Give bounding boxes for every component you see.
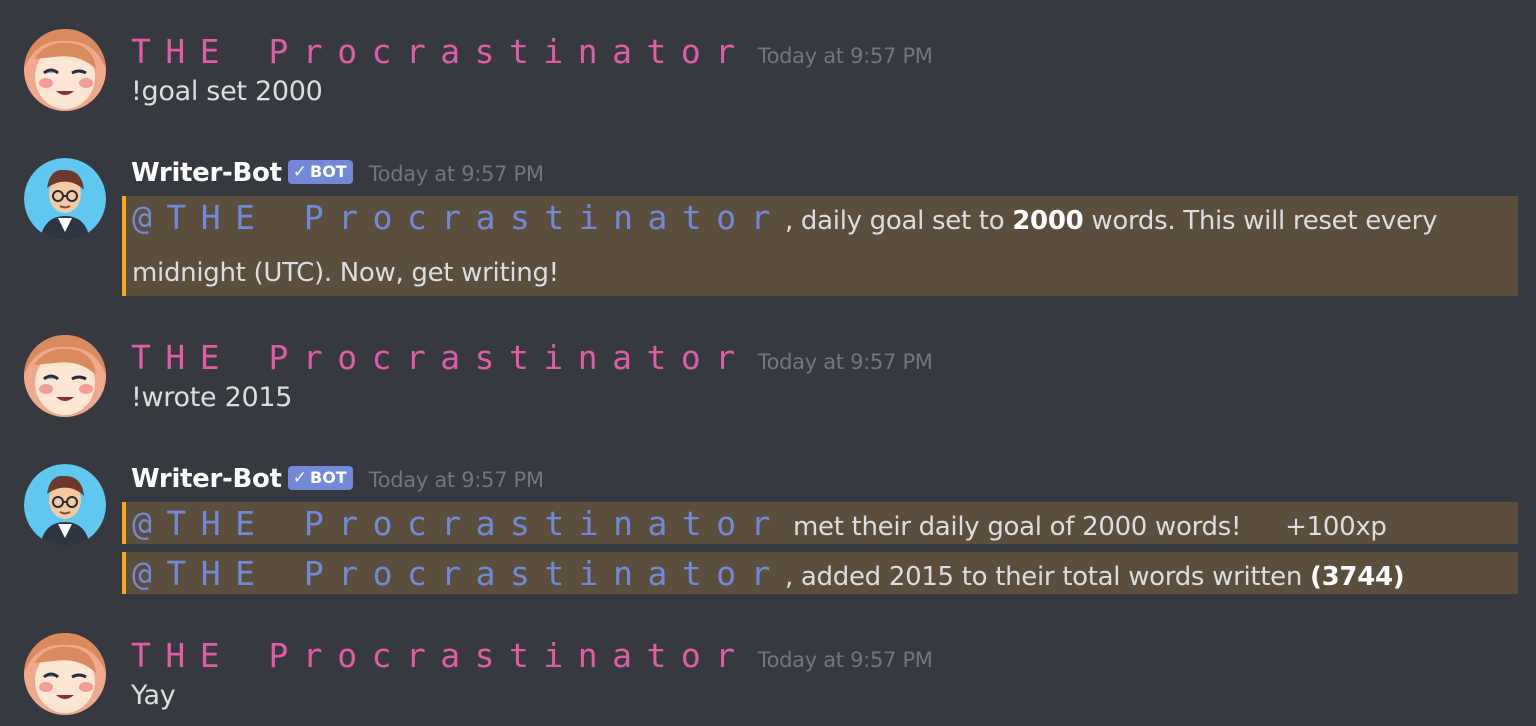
checkmark-icon: ✓ xyxy=(292,468,307,488)
username[interactable]: Writer-Bot xyxy=(131,158,282,188)
message-text: , daily goal set to xyxy=(785,206,1013,236)
mention-highlight: @THE Procrastinator, added 2015 to their… xyxy=(122,552,1518,594)
message-line: midnight (UTC). Now, get writing! xyxy=(132,258,559,288)
message-text-bold: 2000 xyxy=(1012,206,1083,236)
user-avatar[interactable] xyxy=(24,29,106,111)
message-header: Writer-Bot ✓ BOT Today at 9:57 PM xyxy=(131,158,544,188)
message-header: THE Procrastinator Today at 9:57 PM xyxy=(131,32,933,71)
timestamp: Today at 9:57 PM xyxy=(368,162,544,186)
bot-badge: ✓ BOT xyxy=(287,466,353,490)
mention-highlight: @THE Procrastinator met their daily goal… xyxy=(122,502,1518,544)
bold-value: (3744) xyxy=(1310,562,1405,592)
username[interactable]: Writer-Bot xyxy=(131,464,282,494)
message-text: words. This will reset every xyxy=(1083,206,1438,236)
bot-avatar[interactable] xyxy=(24,158,106,240)
message-line: @THE Procrastinator, daily goal set to 2… xyxy=(132,198,1437,237)
anime-girl-avatar-icon xyxy=(24,633,106,715)
message-header: Writer-Bot ✓ BOT Today at 9:57 PM xyxy=(131,464,544,494)
message-text: !wrote 2015 xyxy=(131,382,293,413)
anime-girl-avatar-icon xyxy=(24,335,106,417)
mention-highlight: @THE Procrastinator, daily goal set to 2… xyxy=(122,196,1518,296)
message-text-bold: (3744) xyxy=(1310,562,1405,592)
user-avatar[interactable] xyxy=(24,633,106,715)
bot-avatar[interactable] xyxy=(24,464,106,546)
user-mention[interactable]: @THE Procrastinator xyxy=(132,504,785,543)
writer-bot-avatar-icon xyxy=(24,464,106,546)
username[interactable]: THE Procrastinator xyxy=(131,32,750,71)
bold-value: 2000 xyxy=(1012,206,1084,236)
checkmark-icon: ✓ xyxy=(292,162,307,182)
badge-label: BOT xyxy=(310,468,347,487)
message-text: !goal set 2000 xyxy=(131,76,323,107)
user-avatar[interactable] xyxy=(24,335,106,417)
username[interactable]: THE Procrastinator xyxy=(131,338,750,377)
message-header: THE Procrastinator Today at 9:57 PM xyxy=(131,636,933,675)
message-text: Yay xyxy=(131,680,176,711)
writer-bot-avatar-icon xyxy=(24,158,106,240)
message-header: THE Procrastinator Today at 9:57 PM xyxy=(131,338,933,377)
anime-girl-avatar-icon xyxy=(24,29,106,111)
user-mention[interactable]: @THE Procrastinator xyxy=(132,198,785,237)
timestamp: Today at 9:57 PM xyxy=(757,44,933,68)
user-mention[interactable]: @THE Procrastinator xyxy=(132,554,785,593)
message-text: , added 2015 to their total words writte… xyxy=(785,562,1311,592)
timestamp: Today at 9:57 PM xyxy=(757,350,933,374)
message-text: met their daily goal of 2000 words! xyxy=(785,512,1242,542)
timestamp: Today at 9:57 PM xyxy=(757,648,933,672)
timestamp: Today at 9:57 PM xyxy=(368,468,544,492)
message-line: @THE Procrastinator, added 2015 to their… xyxy=(132,554,1405,593)
username[interactable]: THE Procrastinator xyxy=(131,636,750,675)
xp-reward: +100xp xyxy=(1285,512,1387,542)
message-line: @THE Procrastinator met their daily goal… xyxy=(132,504,1387,543)
badge-label: BOT xyxy=(310,162,347,181)
bot-badge: ✓ BOT xyxy=(287,160,353,184)
